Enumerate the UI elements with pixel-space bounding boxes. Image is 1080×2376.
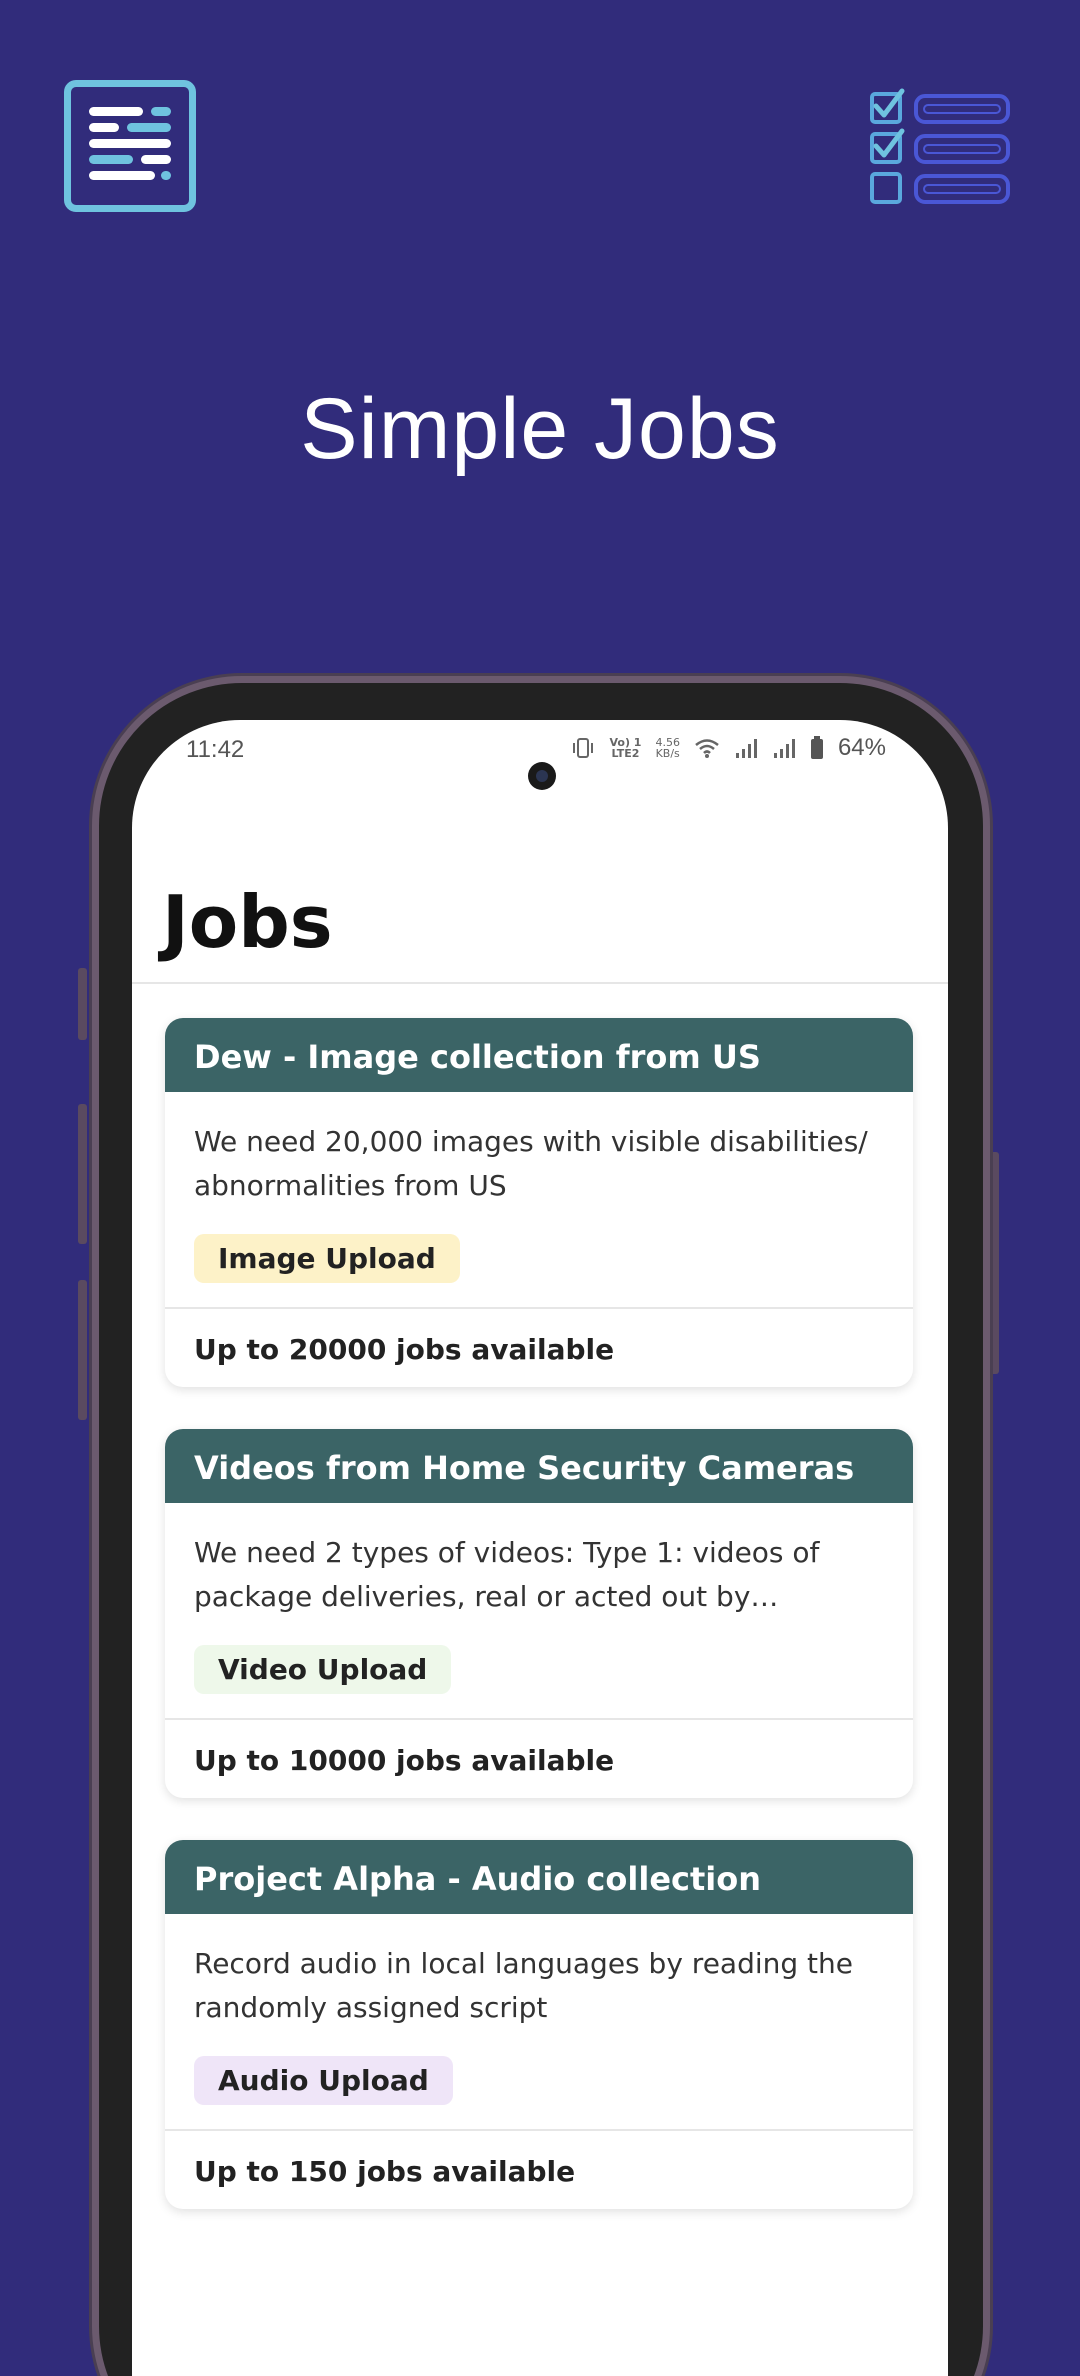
- page-title: Jobs: [162, 880, 333, 964]
- network-speed: 4.56 KB/s: [655, 737, 680, 759]
- job-type-tag: Video Upload: [194, 1645, 452, 1694]
- status-time: 11:42: [186, 736, 245, 763]
- phone-side-button: [78, 968, 87, 1040]
- wifi-icon: [695, 739, 719, 758]
- job-card[interactable]: Project Alpha - Audio collection Record …: [165, 1840, 913, 2209]
- job-title: Dew - Image collection from US: [165, 1018, 913, 1092]
- job-type-tag: Audio Upload: [194, 2056, 453, 2105]
- battery-percent: 64%: [837, 734, 886, 761]
- job-description: Record audio in local languages by readi…: [194, 1947, 853, 2024]
- job-description: We need 2 types of videos: Type 1: video…: [194, 1536, 820, 1613]
- vibrate-icon: [573, 738, 594, 758]
- job-body: Record audio in local languages by readi…: [165, 1914, 913, 2129]
- signal-icon: [735, 739, 757, 758]
- phone-volume-up-button: [78, 1104, 87, 1244]
- job-title: Project Alpha - Audio collection: [165, 1840, 913, 1914]
- job-card[interactable]: Dew - Image collection from US We need 2…: [165, 1018, 913, 1387]
- job-card[interactable]: Videos from Home Security Cameras We nee…: [165, 1429, 913, 1798]
- job-description: We need 20,000 images with visible disab…: [194, 1125, 868, 1202]
- job-body: We need 20,000 images with visible disab…: [165, 1092, 913, 1307]
- job-availability: Up to 20000 jobs available: [165, 1307, 913, 1387]
- speed-unit: KB/s: [655, 747, 680, 760]
- header-divider: [132, 982, 948, 984]
- lte-indicator: Vo) 1 LTE2: [609, 737, 641, 759]
- job-body: We need 2 types of videos: Type 1: video…: [165, 1503, 913, 1718]
- job-type-tag: Image Upload: [194, 1234, 460, 1283]
- phone-power-button: [990, 1152, 999, 1374]
- signal-icon-2: [773, 739, 795, 758]
- checklist-icon: [868, 86, 1014, 208]
- lte-bottom-label: LTE2: [611, 747, 640, 760]
- job-availability: Up to 150 jobs available: [165, 2129, 913, 2209]
- job-availability: Up to 10000 jobs available: [165, 1718, 913, 1798]
- app-logo-icon: [64, 80, 196, 212]
- promo-title: Simple Jobs: [300, 381, 780, 477]
- battery-icon: [810, 736, 823, 759]
- phone-volume-down-button: [78, 1280, 87, 1420]
- front-camera: [528, 762, 556, 790]
- job-title: Videos from Home Security Cameras: [165, 1429, 913, 1503]
- job-list: Dew - Image collection from US We need 2…: [165, 1018, 913, 2251]
- phone-screen: 11:42 Vo) 1 LTE2 4.56 KB/s 64% Jobs Dew …: [132, 720, 948, 2376]
- status-icons: Vo) 1 LTE2 4.56 KB/s 64%: [571, 734, 886, 762]
